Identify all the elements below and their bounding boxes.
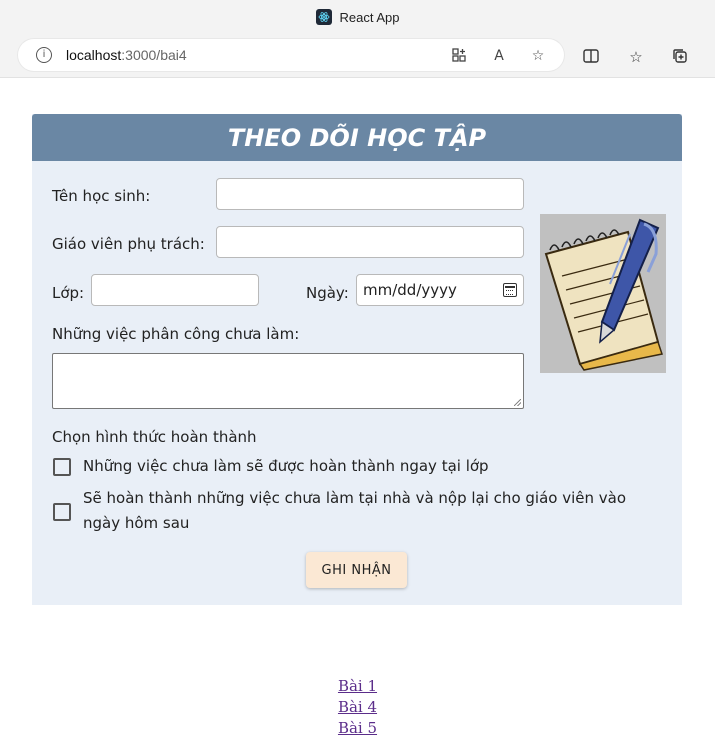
collections-icon[interactable] — [670, 47, 690, 67]
tab-title: React App — [339, 9, 400, 25]
study-tracking-form: THEO DÕI HỌC TẬP Tên học sinh: Giáo viên… — [32, 114, 682, 605]
resize-grip-icon[interactable] — [514, 399, 521, 406]
option-in-class-checkbox[interactable] — [53, 458, 71, 476]
nav-links: Bài 1 Bài 4 Bài 5 — [0, 676, 715, 739]
class-label: Lớp: — [52, 284, 85, 302]
info-icon[interactable]: i — [36, 47, 52, 63]
split-screen-icon[interactable] — [581, 47, 601, 67]
notepad-pen-icon — [540, 214, 666, 373]
read-aloud-icon[interactable]: A — [490, 47, 508, 65]
option-in-class-label: Những việc chưa làm sẽ được hoàn thành n… — [83, 457, 489, 475]
option-at-home-checkbox[interactable] — [53, 503, 71, 521]
form-title: THEO DÕI HỌC TẬP — [32, 114, 682, 161]
completion-label: Chọn hình thức hoàn thành — [52, 428, 257, 446]
tasks-label: Những việc phân công chưa làm: — [52, 325, 300, 343]
react-icon — [315, 9, 332, 25]
date-input[interactable]: mm/dd/yyyy — [356, 274, 524, 306]
option-at-home-label: Sẽ hoàn thành những việc chưa làm tại nh… — [83, 489, 627, 532]
browser-toolbar: i localhost:3000/bai4 A ☆ ☆ — [0, 34, 715, 78]
url-path: :3000/bai4 — [121, 47, 187, 63]
tasks-textarea[interactable] — [52, 353, 524, 409]
class-input[interactable] — [91, 274, 259, 306]
link-bai-5[interactable]: Bài 5 — [0, 718, 715, 739]
calendar-icon[interactable] — [503, 283, 517, 297]
url-host: localhost — [66, 47, 122, 63]
link-bai-1[interactable]: Bài 1 — [0, 676, 715, 697]
address-bar[interactable]: i localhost:3000/bai4 A ☆ — [18, 39, 564, 71]
apps-icon[interactable] — [450, 47, 468, 65]
link-bai-4[interactable]: Bài 4 — [0, 697, 715, 718]
favorite-star-icon[interactable]: ☆ — [529, 47, 547, 65]
student-name-input[interactable] — [216, 178, 524, 210]
favorites-icon[interactable]: ☆ — [626, 47, 646, 67]
date-label: Ngày: — [306, 284, 349, 302]
submit-button[interactable]: GHI NHẬN — [306, 552, 407, 588]
teacher-label: Giáo viên phụ trách: — [52, 235, 205, 253]
date-placeholder: mm/dd/yyyy — [363, 281, 457, 299]
student-name-label: Tên học sinh: — [52, 187, 151, 205]
teacher-input[interactable] — [216, 226, 524, 258]
window-titlebar: React App — [0, 0, 715, 34]
